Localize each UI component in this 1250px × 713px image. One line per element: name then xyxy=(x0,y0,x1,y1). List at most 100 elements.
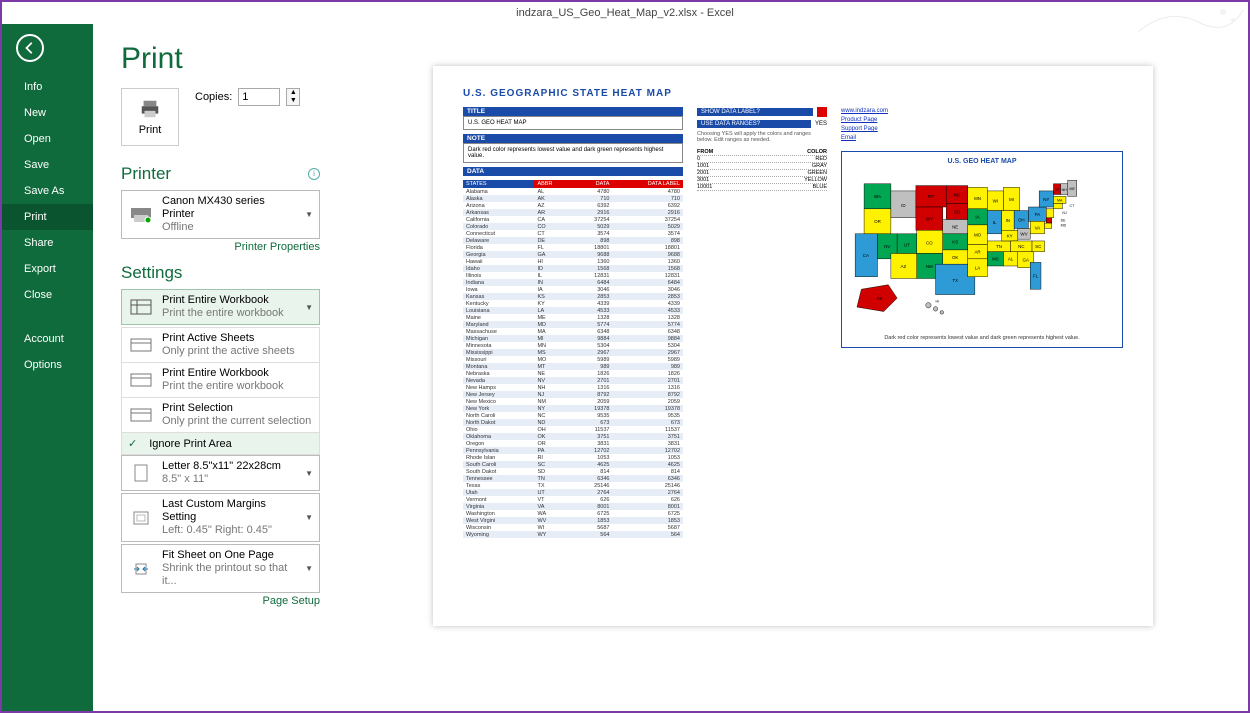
svg-text:IL: IL xyxy=(993,220,997,225)
svg-text:MO: MO xyxy=(974,232,982,237)
table-row: South DakotSD814814 xyxy=(463,468,683,475)
copies-spinner[interactable]: ▲▼ xyxy=(286,88,300,106)
sidebar-item-export[interactable]: Export xyxy=(2,256,93,282)
window-decoration xyxy=(1128,2,1248,42)
chevron-down-icon: ▼ xyxy=(305,210,313,219)
table-row: WyomingWY564564 xyxy=(463,531,683,538)
table-row: VermontVT626626 xyxy=(463,496,683,503)
sidebar-item-save[interactable]: Save xyxy=(2,152,93,178)
table-row: NevadaNV27012701 xyxy=(463,377,683,384)
data-table: STATESABBRDATADATA LABEL AlabamaAL478047… xyxy=(463,180,683,538)
svg-text:VT: VT xyxy=(1055,188,1060,192)
print-button[interactable]: Print xyxy=(121,88,179,146)
svg-text:OH: OH xyxy=(1018,217,1025,222)
copies-input[interactable] xyxy=(238,88,280,106)
svg-text:SC: SC xyxy=(1035,244,1042,249)
printer-properties-link[interactable]: Printer Properties xyxy=(121,241,320,253)
scope-option[interactable]: Print Entire WorkbookPrint the entire wo… xyxy=(121,363,320,398)
printer-selector[interactable]: Canon MX430 series Printer Offline ▼ xyxy=(121,190,320,239)
sidebar-item-new[interactable]: New xyxy=(2,100,93,126)
sidebar-item-info[interactable]: Info xyxy=(2,74,93,100)
table-row: DelawareDE898898 xyxy=(463,237,683,244)
preview-link: Support Page xyxy=(841,125,1123,134)
svg-text:GA: GA xyxy=(1023,258,1029,263)
svg-text:MA: MA xyxy=(1057,199,1063,203)
map-caption: Dark red color represents lowest value a… xyxy=(848,335,1116,341)
print-settings-pane: Print Print Copies: ▲▼ Printer i xyxy=(93,24,338,711)
note-bar: NOTE xyxy=(463,134,683,143)
ignore-print-area-option[interactable]: Ignore Print Area xyxy=(121,433,320,455)
table-row: VirginiaVA80018001 xyxy=(463,503,683,510)
page-heading: Print xyxy=(121,42,320,76)
map-container: U.S. GEO HEAT MAP WA OR CA NV ID UT AZ M… xyxy=(841,151,1123,348)
table-row: MississippiMS29672967 xyxy=(463,349,683,356)
svg-text:IN: IN xyxy=(1006,218,1010,223)
workbook-icon xyxy=(130,299,152,315)
back-button[interactable] xyxy=(16,34,44,62)
sidebar-item-share[interactable]: Share xyxy=(2,230,93,256)
table-row: LouisianaLA45334533 xyxy=(463,307,683,314)
show-data-label: SHOW DATA LABEL? xyxy=(697,108,813,116)
sidebar-item-account[interactable]: Account xyxy=(2,326,93,352)
table-row: MaineME13281328 xyxy=(463,314,683,321)
table-row: MontanaMT989989 xyxy=(463,363,683,370)
range-row: 2001GREEN xyxy=(697,170,827,177)
sidebar-item-open[interactable]: Open xyxy=(2,126,93,152)
sidebar-item-close[interactable]: Close xyxy=(2,282,93,308)
scope-option[interactable]: Print SelectionOnly print the current se… xyxy=(121,398,320,433)
svg-text:SD: SD xyxy=(954,209,960,214)
svg-text:NM: NM xyxy=(926,264,933,269)
printer-name: Canon MX430 series Printer xyxy=(162,195,297,221)
back-arrow-icon xyxy=(23,41,37,55)
table-row: MassachuseMA63486348 xyxy=(463,328,683,335)
svg-text:CA: CA xyxy=(863,253,869,258)
scaling-selector[interactable]: Fit Sheet on One Page Shrink the printou… xyxy=(121,544,320,593)
color-header: COLOR xyxy=(807,149,827,155)
svg-text:MD: MD xyxy=(1061,224,1067,228)
svg-text:NH: NH xyxy=(1062,188,1068,192)
sidebar-item-options[interactable]: Options xyxy=(2,352,93,378)
svg-text:WA: WA xyxy=(874,194,881,199)
table-row: ColoradoCO50295029 xyxy=(463,223,683,230)
margins-icon xyxy=(132,510,150,526)
svg-text:NJ: NJ xyxy=(1062,211,1067,215)
sidebar-item-print[interactable]: Print xyxy=(2,204,93,230)
printer-icon xyxy=(139,98,161,120)
printer-device-icon xyxy=(129,206,153,224)
sidebar-item-save-as[interactable]: Save As xyxy=(2,178,93,204)
svg-text:WI: WI xyxy=(993,199,998,204)
table-row: IowaIA30463046 xyxy=(463,286,683,293)
table-row: OklahomaOK37513751 xyxy=(463,433,683,440)
paper-title: Letter 8.5"x11" 22x28cm xyxy=(162,460,297,473)
title-bar: TITLE xyxy=(463,107,683,116)
svg-text:MS: MS xyxy=(992,257,999,262)
table-row: KentuckyKY43394339 xyxy=(463,300,683,307)
info-icon[interactable]: i xyxy=(308,168,320,180)
page-setup-link[interactable]: Page Setup xyxy=(121,595,320,607)
table-row: AlabamaAL47804780 xyxy=(463,188,683,195)
scope-option[interactable]: Print Active SheetsOnly print the active… xyxy=(121,327,320,363)
doc-title: U.S. GEOGRAPHIC STATE HEAT MAP xyxy=(463,88,1123,99)
table-row: OhioOH1153711537 xyxy=(463,426,683,433)
svg-text:ME: ME xyxy=(1070,187,1076,191)
table-row: MarylandMD57745774 xyxy=(463,321,683,328)
table-row: KansasKS28532853 xyxy=(463,293,683,300)
svg-text:AL: AL xyxy=(1008,257,1014,262)
svg-text:FL: FL xyxy=(1033,274,1039,279)
table-row: WisconsinWI56875687 xyxy=(463,524,683,531)
chevron-down-icon: ▼ xyxy=(305,469,313,478)
table-row: Rhode IslanRI10531053 xyxy=(463,454,683,461)
scope-selected-title: Print Entire Workbook xyxy=(162,294,297,307)
svg-text:LA: LA xyxy=(975,266,980,271)
margins-title: Last Custom Margins Setting xyxy=(162,498,297,524)
table-row: ConnecticutCT35743574 xyxy=(463,230,683,237)
margins-selector[interactable]: Last Custom Margins Setting Left: 0.45" … xyxy=(121,493,320,542)
backstage-sidebar: InfoNewOpenSaveSave AsPrintShareExportCl… xyxy=(2,24,93,711)
use-data-ranges: USE DATA RANGES? xyxy=(697,120,811,128)
data-bar: DATA xyxy=(463,167,683,176)
print-scope-selector[interactable]: Print Entire Workbook Print the entire w… xyxy=(121,289,320,325)
table-row: IndianaIN64846484 xyxy=(463,279,683,286)
title-value: U.S. GEO HEAT MAP xyxy=(463,116,683,130)
range-row: 10001BLUE xyxy=(697,184,827,191)
paper-size-selector[interactable]: Letter 8.5"x11" 22x28cm 8.5" x 11" ▼ xyxy=(121,455,320,491)
